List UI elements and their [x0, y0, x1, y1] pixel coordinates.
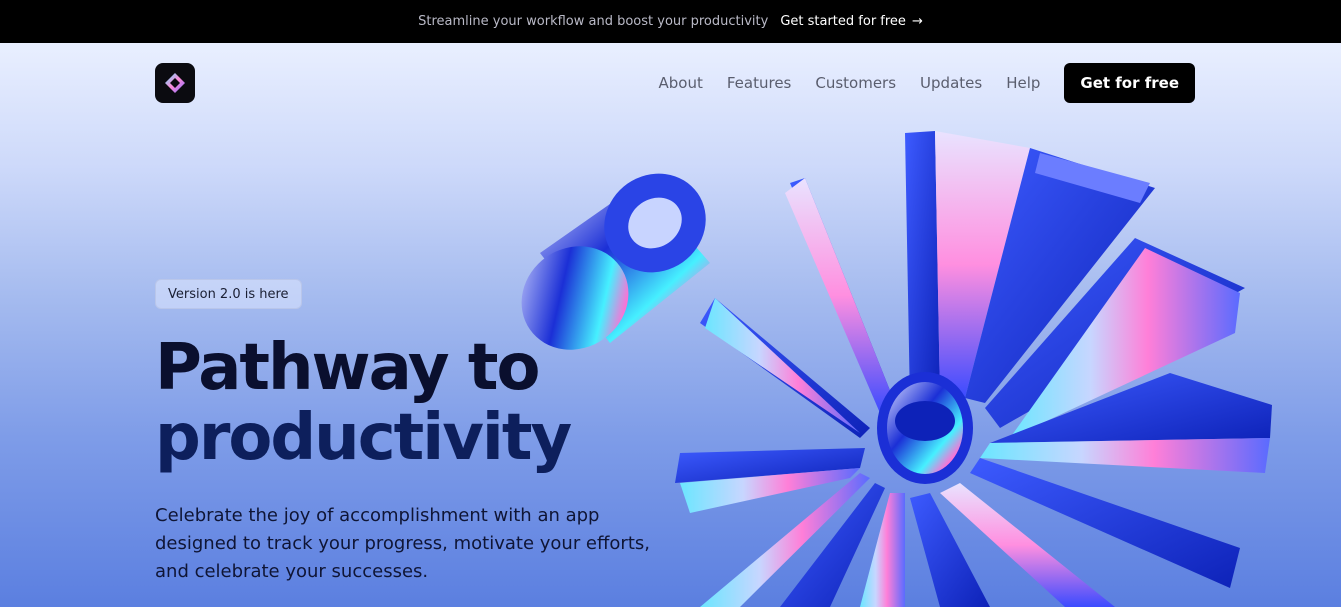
hero-title: Pathway to productivity	[155, 333, 675, 473]
main-nav: About Features Customers Updates Help Ge…	[659, 63, 1195, 103]
starburst-shape	[675, 131, 1272, 607]
diamond-logo-icon	[165, 73, 185, 93]
get-started-link[interactable]: Get started for free →	[780, 14, 923, 29]
brand-logo[interactable]	[155, 63, 195, 103]
arrow-right-icon: →	[911, 14, 923, 29]
get-started-label: Get started for free	[780, 14, 906, 29]
hero-section: About Features Customers Updates Help Ge…	[0, 43, 1341, 607]
nav-item-customers[interactable]: Customers	[815, 74, 896, 92]
hero-description: Celebrate the joy of accomplishment with…	[155, 505, 650, 582]
nav-item-help[interactable]: Help	[1006, 74, 1040, 92]
hero-title-line1: Pathway to	[155, 331, 540, 405]
announcement-bar: Streamline your workflow and boost your …	[0, 0, 1341, 43]
get-for-free-button[interactable]: Get for free	[1064, 63, 1195, 103]
nav-item-updates[interactable]: Updates	[920, 74, 982, 92]
hero-title-line2: productivity	[155, 401, 572, 475]
announcement-message: Streamline your workflow and boost your …	[418, 14, 769, 29]
nav-item-about[interactable]: About	[659, 74, 703, 92]
version-badge: Version 2.0 is here	[155, 279, 302, 309]
nav-item-features[interactable]: Features	[727, 74, 792, 92]
